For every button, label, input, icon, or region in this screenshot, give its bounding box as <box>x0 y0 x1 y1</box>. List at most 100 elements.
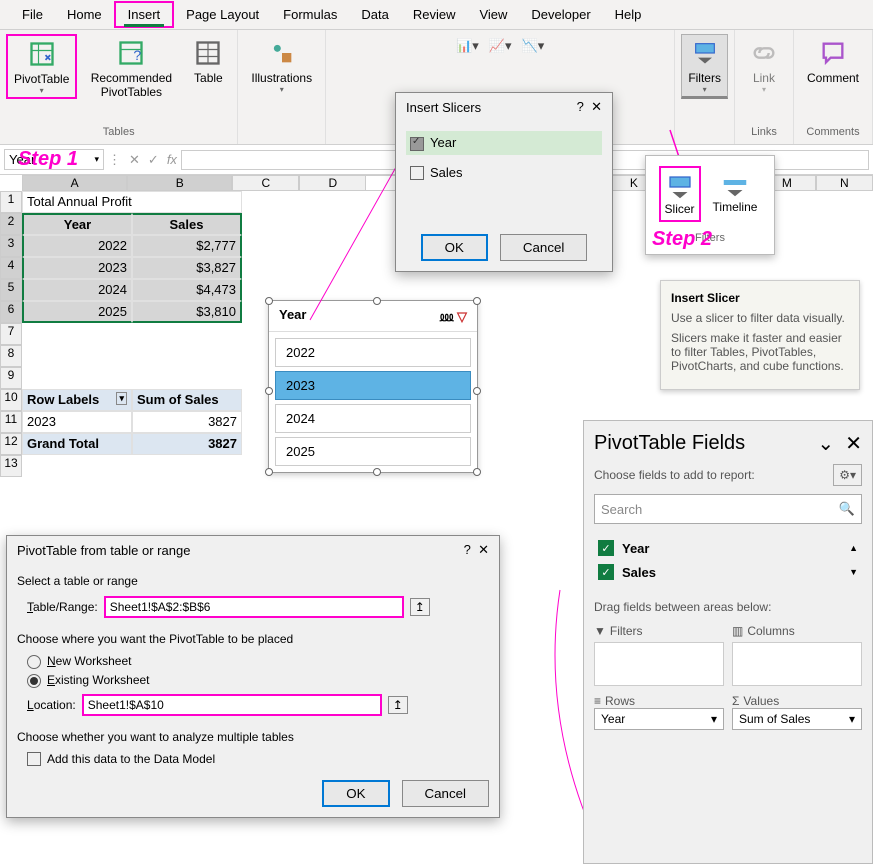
pt-grandtotal[interactable]: Grand Total <box>22 433 132 455</box>
close-icon[interactable]: ✕ <box>591 99 602 114</box>
cancel-button[interactable]: Cancel <box>500 234 588 261</box>
scroll-up-icon[interactable]: ▲ <box>849 543 858 553</box>
cell-head-sales[interactable]: Sales <box>132 213 242 235</box>
menu-formulas[interactable]: Formulas <box>271 3 349 26</box>
col-A[interactable]: A <box>22 175 127 191</box>
pt-val-2023[interactable]: 3827 <box>132 411 242 433</box>
comment-button[interactable]: Comment <box>800 34 866 88</box>
location-input[interactable]: Sheet1!$A$10 <box>82 694 382 716</box>
range-picker-icon[interactable]: ↥ <box>410 598 430 616</box>
filters-drop-area[interactable] <box>594 642 724 686</box>
col-C[interactable]: C <box>232 175 299 191</box>
col-B[interactable]: B <box>127 175 232 191</box>
chevron-down-icon: ▾ <box>762 85 766 94</box>
chevron-down-icon: ▾ <box>703 85 707 94</box>
values-drop-sum[interactable]: Sum of Sales▾ <box>732 708 862 730</box>
pt-row-2023[interactable]: 2023 <box>22 411 132 433</box>
close-icon[interactable]: ✕ <box>478 542 489 557</box>
col-D[interactable]: D <box>299 175 366 191</box>
menu-data[interactable]: Data <box>349 3 400 26</box>
scroll-down-icon[interactable]: ▼ <box>849 567 858 577</box>
menu-home[interactable]: Home <box>55 3 114 26</box>
menu-view[interactable]: View <box>467 3 519 26</box>
ok-button[interactable]: OK <box>322 780 389 807</box>
filters-button[interactable]: Filters ▾ <box>681 34 728 99</box>
columns-drop-area[interactable] <box>732 642 862 686</box>
existing-worksheet-radio[interactable]: Existing Worksheet <box>27 673 489 688</box>
table-range-input[interactable]: Sheet1!$A$2:$B$6 <box>104 596 404 618</box>
checkbox-sales[interactable] <box>410 166 424 180</box>
menu-insert[interactable]: Insert <box>114 1 175 28</box>
cancel-button[interactable]: Cancel <box>402 780 490 807</box>
cell-b4[interactable]: $3,827 <box>132 257 242 279</box>
pt-rowlabels[interactable]: Row Labels ▾ <box>22 389 132 411</box>
slicer-item-2023[interactable]: 2023 <box>275 371 471 400</box>
insert-slicer-tooltip: Insert Slicer Use a slicer to filter dat… <box>660 280 860 390</box>
pivottable-button[interactable]: PivotTable ▾ <box>6 34 77 99</box>
menu-developer[interactable]: Developer <box>519 3 602 26</box>
dropdown-icon[interactable]: ⋮ <box>108 152 121 168</box>
add-datamodel-checkbox[interactable]: Add this data to the Data Model <box>27 752 489 767</box>
rows-drop-year[interactable]: Year▾ <box>594 708 724 730</box>
gear-icon[interactable]: ⚙▾ <box>833 464 862 486</box>
table-label: Table <box>194 71 223 85</box>
menu-file[interactable]: File <box>10 3 55 26</box>
charts-icon-3[interactable]: 📉▾ <box>518 34 549 58</box>
cell-b6[interactable]: $3,810 <box>132 301 242 323</box>
slicer-button[interactable]: Slicer <box>659 166 701 222</box>
pt-sumof[interactable]: Sum of Sales <box>132 389 242 411</box>
charts-icon[interactable]: 📊▾ <box>452 34 483 58</box>
range-picker-icon[interactable]: ↥ <box>388 696 408 714</box>
slicer-item-2024[interactable]: 2024 <box>275 404 471 433</box>
slicer-field-year[interactable]: Year <box>406 131 602 155</box>
help-icon[interactable]: ? <box>464 542 471 557</box>
slicer-field-sales[interactable]: Sales <box>406 161 602 185</box>
checkbox-year[interactable] <box>410 137 424 151</box>
search-input[interactable]: Search 🔍 <box>594 494 862 524</box>
cancel-formula-icon[interactable]: ✕ <box>129 152 140 168</box>
comments-group-label: Comments <box>806 126 859 140</box>
slicer-item-2025[interactable]: 2025 <box>275 437 471 466</box>
illustrations-button[interactable]: Illustrations ▾ <box>244 34 319 97</box>
slicer-year[interactable]: Year ⅏ ▽ 2022 2023 2024 2025 <box>268 300 478 473</box>
cell-a6[interactable]: 2025 <box>22 301 132 323</box>
field-sales[interactable]: ✓Sales▼ <box>594 560 862 584</box>
recommended-pivottables-button[interactable]: ? Recommended PivotTables <box>79 34 183 102</box>
link-button[interactable]: Link ▾ <box>741 34 787 97</box>
funnel-icon: ▼ <box>594 624 606 638</box>
filter-dropdown-icon[interactable]: ▾ <box>116 392 127 405</box>
rows-icon: ≡ <box>594 694 601 708</box>
clear-filter-icon[interactable]: ▽ <box>457 309 467 324</box>
ok-button[interactable]: OK <box>421 234 488 261</box>
charts-icon-2[interactable]: 📈▾ <box>485 34 516 58</box>
menu-help[interactable]: Help <box>603 3 654 26</box>
tables-group-label: Tables <box>103 126 135 140</box>
cell-a3[interactable]: 2022 <box>22 235 132 257</box>
col-N[interactable]: N <box>816 175 873 191</box>
pt-grandtotal-val[interactable]: 3827 <box>132 433 242 455</box>
choose-multi-label: Choose whether you want to analyze multi… <box>17 730 489 744</box>
table-button[interactable]: Table <box>185 34 231 88</box>
pane-sub: Choose fields to add to report: <box>594 468 755 482</box>
cell-title[interactable]: Total Annual Profit <box>22 191 242 213</box>
multiselect-icon[interactable]: ⅏ <box>440 309 453 324</box>
timeline-button[interactable]: Timeline <box>709 166 762 222</box>
link-icon <box>748 37 780 69</box>
cell-b5[interactable]: $4,473 <box>132 279 242 301</box>
menu-review[interactable]: Review <box>401 3 468 26</box>
fx-icon[interactable]: fx <box>167 152 177 167</box>
cell-a5[interactable]: 2024 <box>22 279 132 301</box>
cell-head-year[interactable]: Year <box>22 213 132 235</box>
table-range-label: Table/Range: <box>27 600 98 614</box>
cell-b3[interactable]: $2,777 <box>132 235 242 257</box>
chevron-down-icon[interactable]: ⌄ <box>817 433 834 455</box>
close-icon[interactable]: ✕ <box>845 433 862 455</box>
location-label: Location: <box>27 698 76 712</box>
slicer-item-2022[interactable]: 2022 <box>275 338 471 367</box>
cell-a4[interactable]: 2023 <box>22 257 132 279</box>
accept-formula-icon[interactable]: ✓ <box>148 152 159 168</box>
field-year[interactable]: ✓Year▲ <box>594 536 862 560</box>
menu-pagelayout[interactable]: Page Layout <box>174 3 271 26</box>
new-worksheet-radio[interactable]: New Worksheet <box>27 654 489 669</box>
help-icon[interactable]: ? <box>577 99 584 114</box>
